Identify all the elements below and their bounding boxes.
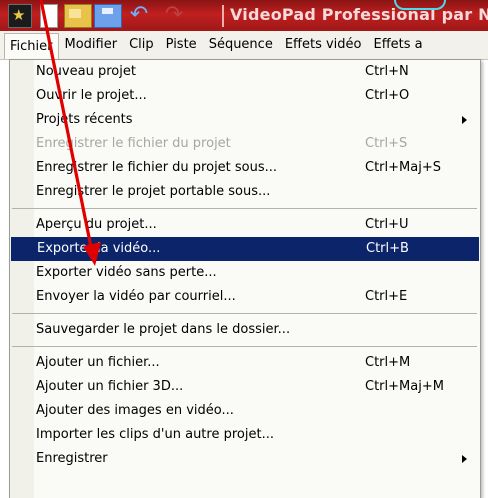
menu-item-shortcut: Ctrl+B bbox=[366, 241, 409, 256]
submenu-arrow-icon bbox=[462, 455, 467, 463]
menu-item-shortcut: Ctrl+U bbox=[365, 217, 409, 232]
menu-item[interactable]: Projets récents bbox=[10, 108, 480, 132]
menu-separator bbox=[10, 309, 480, 318]
menu-item[interactable]: Exporter vidéo sans perte... bbox=[10, 261, 480, 285]
menu-item-label: Envoyer la vidéo par courriel... bbox=[36, 289, 236, 304]
menu-item-shortcut: Ctrl+E bbox=[365, 289, 408, 304]
menu-item-label: Exporter vidéo sans perte... bbox=[36, 265, 217, 280]
menu-item-label: Sauvegarder le projet dans le dossier... bbox=[36, 322, 291, 337]
menu-fichier[interactable]: Fichier bbox=[4, 33, 59, 59]
highlight-outline bbox=[394, 0, 446, 10]
window-title: VideoPad Professional par NCH s bbox=[230, 5, 488, 24]
menu-item[interactable]: Envoyer la vidéo par courriel... Ctrl+E bbox=[10, 285, 480, 309]
menu-item[interactable]: Aperçu du projet... Ctrl+U bbox=[10, 213, 480, 237]
menu-item[interactable]: Ouvrir le projet... Ctrl+O bbox=[10, 84, 480, 108]
menu-item-label: Importer les clips d'un autre projet... bbox=[36, 427, 274, 442]
menu-item[interactable]: Sauvegarder le projet dans le dossier... bbox=[10, 318, 480, 342]
menu-item-shortcut: Ctrl+O bbox=[365, 88, 410, 103]
menu-item[interactable]: Ajouter des images en vidéo... bbox=[10, 399, 480, 423]
menu-item[interactable]: Exporter la vidéo... Ctrl+B bbox=[11, 237, 479, 261]
menu-item-label: Enregistrer le projet portable sous... bbox=[36, 184, 271, 199]
menu-item-label: Ajouter un fichier... bbox=[36, 355, 160, 370]
menu-piste[interactable]: Piste bbox=[160, 32, 203, 58]
menu-item[interactable]: Ajouter un fichier... Ctrl+M bbox=[10, 351, 480, 375]
menu-item-shortcut: Ctrl+N bbox=[365, 64, 409, 79]
menu-item-label: Projets récents bbox=[36, 112, 133, 127]
menu-item-label: Ajouter des images en vidéo... bbox=[36, 403, 234, 418]
menu-modifier[interactable]: Modifier bbox=[59, 32, 124, 58]
menu-effets-a[interactable]: Effets a bbox=[368, 32, 429, 58]
menu-item-label: Enregistrer bbox=[36, 451, 108, 466]
menu-item-shortcut: Ctrl+S bbox=[365, 136, 408, 151]
undo-icon[interactable]: ↶ bbox=[124, 4, 154, 26]
redo-icon[interactable]: ↷ bbox=[160, 4, 188, 26]
menu-item-label: Ajouter un fichier 3D... bbox=[36, 379, 184, 394]
title-separator bbox=[222, 5, 224, 27]
menu-item-shortcut: Ctrl+Maj+M bbox=[365, 379, 444, 394]
menu-item-label: Nouveau projet bbox=[36, 64, 136, 79]
menu-item-label: Aperçu du projet... bbox=[36, 217, 157, 232]
menu-item-shortcut: Ctrl+M bbox=[365, 355, 411, 370]
menu-item: Enregistrer le fichier du projet Ctrl+S bbox=[10, 132, 480, 156]
menu-séquence[interactable]: Séquence bbox=[203, 32, 279, 58]
menu-item[interactable]: Ajouter un fichier 3D... Ctrl+Maj+M bbox=[10, 375, 480, 399]
menu-item[interactable]: Enregistrer bbox=[10, 447, 480, 471]
menu-item[interactable]: Nouveau projet Ctrl+N bbox=[10, 60, 480, 84]
app-icon[interactable] bbox=[8, 4, 32, 28]
menu-item-label: Exporter la vidéo... bbox=[37, 241, 161, 256]
menu-item-shortcut: Ctrl+Maj+S bbox=[365, 160, 441, 175]
menu-separator bbox=[10, 342, 480, 351]
submenu-arrow-icon bbox=[462, 116, 467, 124]
new-document-icon[interactable] bbox=[40, 4, 58, 28]
title-bar: ↶ ↷ VideoPad Professional par NCH s bbox=[0, 0, 488, 31]
menu-bar: Fichier Modifier Clip Piste Séquence Effets v… bbox=[0, 31, 488, 60]
menu-item-label: Ouvrir le projet... bbox=[36, 88, 147, 103]
menu-item-label: Enregistrer le fichier du projet sous... bbox=[36, 160, 278, 175]
menu-item[interactable]: Enregistrer le fichier du projet sous...… bbox=[10, 156, 480, 180]
menu-item[interactable]: Importer les clips d'un autre projet... bbox=[10, 423, 480, 447]
menu-item-label: Enregistrer le fichier du projet bbox=[36, 136, 231, 151]
menu-separator bbox=[10, 204, 480, 213]
menu-item[interactable]: Enregistrer le projet portable sous... bbox=[10, 180, 480, 204]
save-disk-icon[interactable] bbox=[94, 4, 122, 28]
menu-effets-vidéo[interactable]: Effets vidéo bbox=[279, 32, 368, 58]
file-menu-dropdown: Nouveau projet Ctrl+N Ouvrir le projet... C… bbox=[9, 59, 481, 498]
open-folder-icon[interactable] bbox=[64, 4, 92, 28]
menu-clip[interactable]: Clip bbox=[123, 32, 160, 58]
